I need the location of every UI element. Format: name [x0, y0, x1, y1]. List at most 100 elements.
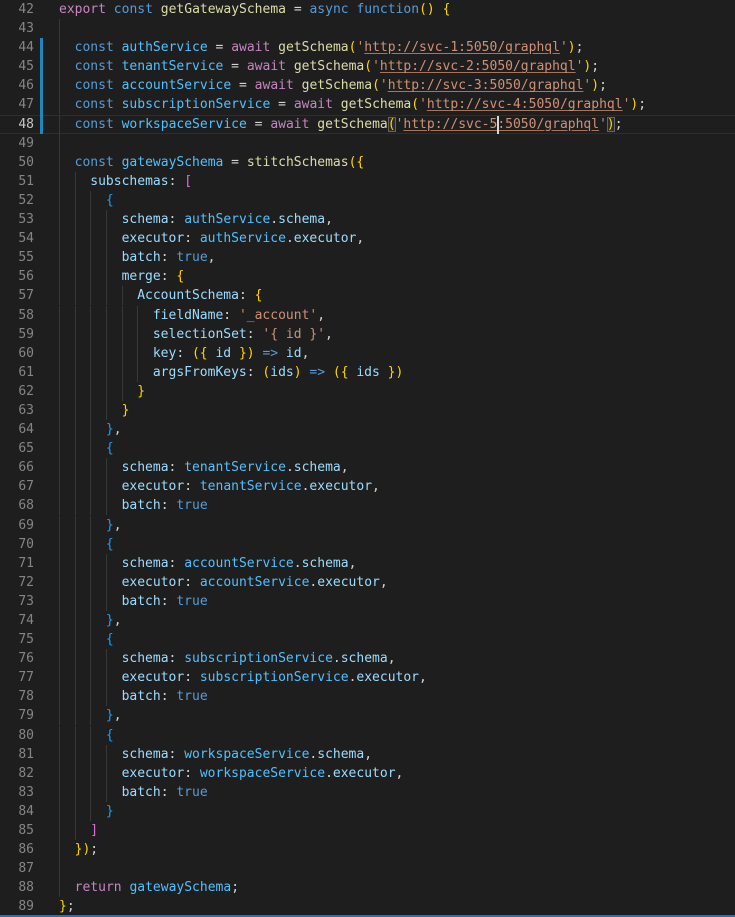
code-line[interactable]: 66schema: tenantService.schema,	[0, 458, 735, 477]
code-token: executor	[122, 766, 185, 781]
code-line[interactable]: 61argsFromKeys: (ids) => ({ ids })	[0, 363, 735, 382]
code-token: )	[294, 365, 302, 380]
code-line[interactable]: 69},	[0, 516, 735, 535]
code-line[interactable]: 68batch: true	[0, 496, 735, 515]
indent-guide	[90, 210, 106, 229]
code-line[interactable]: 85]	[0, 821, 735, 840]
line-number: 77	[0, 668, 34, 687]
indent-guide	[90, 706, 106, 725]
code-line[interactable]: 52{	[0, 191, 735, 210]
code-line[interactable]: 65{	[0, 439, 735, 458]
code-text: {	[59, 191, 735, 210]
code-token: http://svc-3:5050/graphql	[388, 78, 584, 93]
code-line[interactable]: 50const gatewaySchema = stitchSchemas({	[0, 153, 735, 172]
code-text: },	[59, 611, 735, 630]
indent-guide	[106, 687, 122, 706]
code-token: return	[75, 880, 122, 895]
code-line[interactable]: 57AccountSchema: {	[0, 286, 735, 305]
code-token: )	[591, 78, 599, 93]
code-line[interactable]: 45const tenantService = await getSchema(…	[0, 57, 735, 76]
code-text: schema: authService.schema,	[59, 210, 735, 229]
indent-guide	[59, 668, 75, 687]
code-line[interactable]: 73batch: true	[0, 592, 735, 611]
indent-guide	[90, 363, 106, 382]
code-line[interactable]: 89};	[0, 897, 735, 916]
code-line[interactable]: 46const accountService = await getSchema…	[0, 76, 735, 95]
code-line[interactable]: 82executor: workspaceService.executor,	[0, 764, 735, 783]
git-modified-indicator	[40, 191, 43, 210]
code-line[interactable]: 49	[0, 134, 735, 153]
code-line[interactable]: 42export const getGatewaySchema = async …	[0, 0, 735, 19]
code-token: ids	[270, 365, 293, 380]
code-line[interactable]: 51subschemas: [	[0, 172, 735, 191]
code-token: '	[419, 97, 427, 112]
code-line[interactable]: 72executor: accountService.executor,	[0, 573, 735, 592]
code-line[interactable]: 79},	[0, 706, 735, 725]
code-line[interactable]: 81schema: workspaceService.schema,	[0, 745, 735, 764]
code-line[interactable]: 70{	[0, 535, 735, 554]
code-token: getSchema	[341, 97, 411, 112]
indent-guide	[59, 76, 75, 95]
code-line[interactable]: 64},	[0, 420, 735, 439]
code-token: gatewaySchema	[122, 155, 224, 170]
code-line[interactable]: 60key: ({ id }) => id,	[0, 344, 735, 363]
code-line[interactable]: 76schema: subscriptionService.schema,	[0, 649, 735, 668]
code-line[interactable]: 78batch: true	[0, 687, 735, 706]
git-modified-indicator	[40, 611, 43, 630]
code-line[interactable]: 56merge: {	[0, 267, 735, 286]
indent-guide	[75, 726, 91, 745]
code-line[interactable]: 43	[0, 19, 735, 38]
code-line[interactable]: 54executor: authService.executor,	[0, 229, 735, 248]
code-line[interactable]: 71schema: accountService.schema,	[0, 554, 735, 573]
indent-guide	[90, 401, 106, 420]
code-line[interactable]: 74},	[0, 611, 735, 630]
code-token: await	[247, 59, 286, 74]
code-line[interactable]: 67executor: tenantService.executor,	[0, 477, 735, 496]
code-token: :	[184, 766, 200, 781]
code-line[interactable]: 83batch: true	[0, 783, 735, 802]
line-number: 54	[0, 229, 34, 248]
code-line[interactable]: 77executor: subscriptionService.executor…	[0, 668, 735, 687]
indent-guide	[122, 286, 138, 305]
code-token: ,	[372, 479, 380, 494]
code-line[interactable]: 47const subscriptionService = await getS…	[0, 95, 735, 114]
line-number: 72	[0, 573, 34, 592]
code-text: executor: workspaceService.executor,	[59, 764, 735, 783]
git-modified-indicator	[40, 840, 43, 859]
code-token: (	[364, 59, 372, 74]
code-line[interactable]: 58fieldName: '_account',	[0, 306, 735, 325]
indent-guide	[122, 344, 138, 363]
code-line[interactable]: 55batch: true,	[0, 248, 735, 267]
code-line[interactable]: 59selectionSet: '{ id }',	[0, 325, 735, 344]
code-text: export const getGatewaySchema = async fu…	[59, 0, 735, 19]
git-modified-indicator	[40, 859, 43, 878]
line-number: 46	[0, 76, 34, 95]
code-token: schema	[302, 556, 349, 571]
code-token: {	[255, 288, 263, 303]
code-line[interactable]: 80{	[0, 726, 735, 745]
code-line[interactable]: 62}	[0, 382, 735, 401]
code-text	[59, 859, 735, 878]
code-token: :5050/graphql	[497, 117, 599, 132]
code-line[interactable]: 53schema: authService.schema,	[0, 210, 735, 229]
code-line[interactable]: 87	[0, 859, 735, 878]
code-token: ,	[317, 308, 325, 323]
git-modified-indicator	[40, 95, 43, 114]
code-editor[interactable]: 42export const getGatewaySchema = async …	[0, 0, 735, 917]
code-text	[59, 19, 735, 38]
code-line[interactable]: 84}	[0, 802, 735, 821]
code-line[interactable]: 86});	[0, 840, 735, 859]
indent-guide	[90, 306, 106, 325]
code-line[interactable]: 63}	[0, 401, 735, 420]
code-token: ;	[599, 78, 607, 93]
indent-guide	[75, 344, 91, 363]
code-text: });	[59, 840, 735, 859]
code-line[interactable]: 75{	[0, 630, 735, 649]
code-line[interactable]: 88return gatewaySchema;	[0, 878, 735, 897]
code-token: {	[443, 2, 451, 17]
code-token	[435, 2, 443, 17]
indent-guide	[59, 286, 75, 305]
code-line[interactable]: 48const workspaceService = await getSche…	[0, 115, 735, 134]
code-line[interactable]: 44const authService = await getSchema('h…	[0, 38, 735, 57]
line-number: 57	[0, 286, 34, 305]
